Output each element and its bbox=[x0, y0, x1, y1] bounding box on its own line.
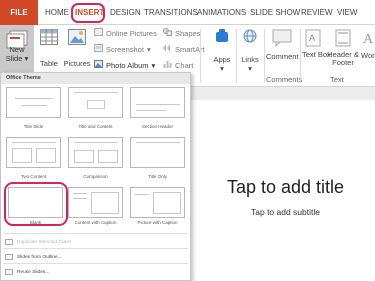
text-box-icon: A bbox=[305, 29, 321, 49]
header-footer-label: Header & Footer bbox=[327, 50, 359, 67]
photo-album-icon bbox=[94, 60, 103, 70]
pictures-label: Pictures bbox=[63, 59, 91, 68]
layout-label: Title and Content bbox=[78, 124, 113, 129]
comment-icon bbox=[272, 29, 292, 49]
smartart-icon bbox=[163, 44, 172, 54]
links-button[interactable]: Links ▾ bbox=[238, 29, 262, 73]
comment-button[interactable]: Comment bbox=[266, 29, 299, 61]
tab-view[interactable]: VIEW bbox=[337, 0, 357, 25]
apps-icon bbox=[215, 29, 229, 45]
tab-animations[interactable]: ANIMATIONS bbox=[197, 0, 246, 25]
wordart-button[interactable]: A Word bbox=[361, 29, 375, 60]
table-button[interactable]: Table bbox=[36, 29, 62, 68]
powerpoint-window: Tap to add title Tap to add subtitle FIL… bbox=[0, 0, 375, 281]
header-footer-button[interactable]: Header & Footer bbox=[326, 29, 360, 67]
panel-divider bbox=[3, 233, 188, 234]
layout-label: Comparison bbox=[83, 174, 108, 179]
layout-content-with-caption[interactable] bbox=[68, 187, 123, 218]
comments-group-label: Comments bbox=[266, 75, 303, 84]
svg-text:A: A bbox=[363, 32, 374, 47]
panel-divider bbox=[3, 263, 188, 264]
shapes-button[interactable]: Shapes bbox=[163, 28, 200, 38]
header-footer-icon bbox=[335, 29, 351, 49]
chart-button[interactable]: Chart bbox=[163, 60, 193, 70]
theme-header: Office Theme bbox=[1, 73, 190, 84]
photo-album-button[interactable]: Photo Album ▾ bbox=[94, 60, 155, 70]
table-label: Table bbox=[40, 59, 58, 68]
screenshot-label: Screenshot bbox=[106, 44, 144, 54]
layout-title-and-content[interactable] bbox=[68, 87, 123, 118]
wordart-icon: A bbox=[361, 29, 375, 49]
text-box-button[interactable]: A Text Box bbox=[302, 29, 331, 59]
comment-label: Comment bbox=[266, 52, 299, 61]
blank-layout-highlight bbox=[4, 182, 68, 226]
shapes-label: Shapes bbox=[175, 28, 201, 38]
links-icon bbox=[243, 29, 257, 45]
online-pictures-icon bbox=[94, 28, 103, 38]
layout-title-slide[interactable] bbox=[6, 87, 61, 118]
smartart-button[interactable]: SmartArt bbox=[163, 44, 205, 54]
svg-text:A: A bbox=[309, 33, 315, 43]
slides-from-outline-label: Slides from Outline... bbox=[17, 254, 62, 260]
reuse-icon bbox=[5, 269, 13, 275]
duplicate-slides-item[interactable]: Duplicate Selected Slides bbox=[5, 239, 71, 245]
text-group-label: Text bbox=[330, 75, 344, 84]
layout-label: Title Slide bbox=[23, 124, 44, 129]
layout-comparison[interactable] bbox=[68, 137, 123, 168]
layout-label: Two Content bbox=[20, 174, 47, 179]
pictures-button[interactable]: Pictures bbox=[63, 29, 91, 68]
layout-two-content[interactable] bbox=[6, 137, 61, 168]
photo-album-dropdown-arrow[interactable]: ▾ bbox=[152, 61, 156, 70]
layout-label: Picture with Caption bbox=[137, 220, 178, 225]
apps-label: Apps bbox=[213, 55, 231, 64]
tab-home[interactable]: HOME bbox=[45, 0, 69, 25]
chart-label: Chart bbox=[175, 60, 194, 70]
shapes-icon bbox=[163, 28, 172, 38]
text-box-label: Text Box bbox=[302, 50, 331, 59]
links-label: Links bbox=[241, 55, 259, 64]
tab-slide-show[interactable]: SLIDE SHOW bbox=[250, 0, 300, 25]
new-slide-label: New Slide ▾ bbox=[5, 45, 29, 63]
slide-title-placeholder[interactable]: Tap to add title bbox=[196, 177, 375, 198]
tab-transitions[interactable]: TRANSITIONS bbox=[144, 0, 198, 25]
duplicate-label: Duplicate Selected Slides bbox=[17, 239, 72, 245]
ribbon-separator bbox=[300, 29, 301, 83]
ribbon-separator bbox=[264, 29, 265, 83]
layout-section-header[interactable] bbox=[130, 87, 185, 118]
screenshot-dropdown-arrow[interactable]: ▾ bbox=[147, 45, 151, 54]
ribbon-tab-bar: FILE HOME INSERT DESIGN TRANSITIONS ANIM… bbox=[0, 0, 375, 25]
slides-from-outline-item[interactable]: Slides from Outline... bbox=[5, 254, 62, 260]
tab-design[interactable]: DESIGN bbox=[110, 0, 141, 25]
ribbon-separator bbox=[200, 29, 201, 83]
chart-icon bbox=[163, 60, 172, 70]
wordart-label: Word bbox=[361, 51, 375, 60]
photo-album-label: Photo Album bbox=[106, 60, 149, 70]
screenshot-button[interactable]: Screenshot ▾ bbox=[94, 44, 151, 54]
table-icon bbox=[40, 29, 58, 47]
ribbon-separator bbox=[236, 29, 237, 83]
apps-dropdown-arrow[interactable]: ▾ bbox=[211, 64, 233, 73]
apps-button[interactable]: Apps ▾ bbox=[211, 29, 233, 73]
layout-label: Section Header bbox=[141, 124, 174, 129]
tab-review[interactable]: REVIEW bbox=[301, 0, 333, 25]
screenshot-icon bbox=[94, 44, 103, 54]
layout-picture-with-caption[interactable] bbox=[130, 187, 185, 218]
insert-tab-highlight bbox=[71, 3, 105, 23]
reuse-slides-label: Reuse Slides... bbox=[17, 269, 50, 275]
new-slide-dropdown-arrow[interactable]: ▾ bbox=[25, 54, 29, 63]
new-slide-layout-panel: Office Theme Title Slide Title and Conte… bbox=[0, 72, 191, 281]
duplicate-icon bbox=[5, 239, 13, 245]
layout-title-only[interactable] bbox=[130, 137, 185, 168]
tab-file[interactable]: FILE bbox=[0, 0, 38, 25]
links-dropdown-arrow[interactable]: ▾ bbox=[238, 64, 262, 73]
layout-label: Content with Caption bbox=[74, 220, 117, 225]
layout-label: Title Only bbox=[148, 174, 167, 179]
slide-subtitle-placeholder[interactable]: Tap to add subtitle bbox=[196, 207, 375, 217]
online-pictures-button[interactable]: Online Pictures bbox=[94, 28, 157, 38]
panel-divider bbox=[3, 248, 188, 249]
pictures-icon bbox=[68, 29, 86, 47]
outline-icon bbox=[5, 254, 13, 260]
online-pictures-label: Online Pictures bbox=[106, 28, 157, 38]
reuse-slides-item[interactable]: Reuse Slides... bbox=[5, 269, 49, 275]
